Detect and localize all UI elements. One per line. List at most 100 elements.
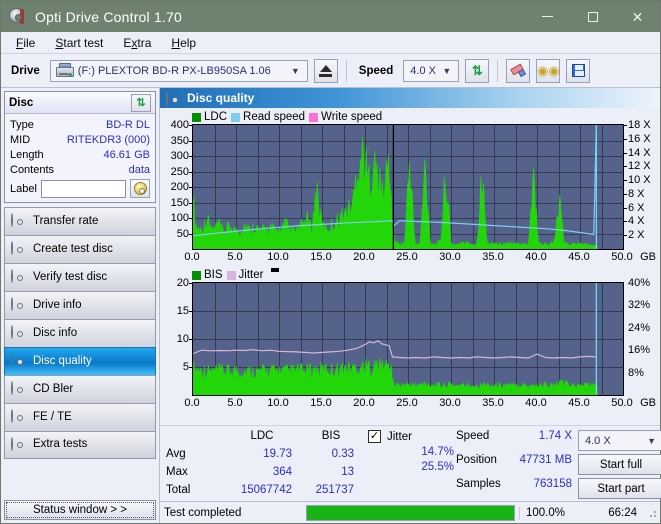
- y2-tick-label: 6 X: [628, 201, 645, 214]
- progress-percent: 100.0%: [519, 506, 577, 519]
- chevron-down-icon: ▼: [647, 435, 656, 446]
- coins-button[interactable]: ◉◉: [536, 58, 561, 83]
- drive-select[interactable]: ● (F:) PLEXTOR BD-R PX-LB950SA 1.06 ▼: [49, 59, 308, 82]
- stats-max-ldc: 364: [272, 466, 292, 478]
- disc-label-button[interactable]: [130, 179, 150, 198]
- x-tick-label: 50.0: [611, 397, 633, 409]
- legend-read-speed: Read speed: [231, 111, 305, 123]
- x-tick-label: 5.0: [227, 397, 243, 409]
- elapsed-time: 66:24: [608, 506, 637, 519]
- x-tick-label: 30.0: [439, 397, 461, 409]
- menu-file[interactable]: File: [7, 33, 44, 53]
- disc-panel: Disc ⇅ Type BD-R DL MID RITEKDR3 (000) L…: [4, 91, 156, 203]
- y2-tick-label: 16 X: [628, 132, 651, 145]
- toolbar-divider-2: [497, 59, 499, 82]
- sidebar-item-label: Verify test disc: [33, 270, 108, 283]
- stats-total-ldc: 15067742: [240, 484, 292, 496]
- x-tick-label: 40.0: [525, 397, 547, 409]
- menu-help[interactable]: Help: [162, 33, 205, 53]
- legend-label-jitter: Jitter: [238, 269, 264, 281]
- speed-select[interactable]: 4.0 X ▼: [403, 59, 460, 82]
- save-button[interactable]: [566, 58, 591, 83]
- legend-write-speed: Write speed: [309, 111, 382, 123]
- disc-icon: [11, 269, 26, 285]
- maximize-icon[interactable]: [570, 1, 615, 32]
- speed-label: Speed: [358, 64, 394, 77]
- y2-tick-label: 12 X: [628, 160, 651, 173]
- disc-label-input[interactable]: [40, 179, 126, 198]
- disc-row-length-value: 46.61 GB: [103, 148, 150, 161]
- x-tick-label: 45.0: [568, 251, 590, 263]
- progress-bar: [306, 504, 515, 521]
- sidebar-item-create-test-disc[interactable]: Create test disc: [4, 235, 156, 263]
- sidebar-item-label: FE / TE: [33, 410, 72, 423]
- status-window-button[interactable]: Status window > >: [4, 500, 156, 520]
- y2-tick-label: 2 X: [628, 229, 645, 242]
- samples-stat-label: Samples: [456, 478, 501, 490]
- refresh-button[interactable]: ⇅: [465, 58, 490, 83]
- sidebar-item-verify-test-disc[interactable]: Verify test disc: [4, 263, 156, 291]
- progress-bar-fill: [307, 505, 514, 520]
- coins-icon: ◉◉: [536, 62, 560, 78]
- sidebar-item-fe-te[interactable]: FE / TE: [4, 403, 156, 431]
- stats-panel: LDC BIS Avg 19.73 0.33 Max 364 13 Total …: [160, 425, 661, 501]
- sidebar-item-drive-info[interactable]: Drive info: [4, 291, 156, 319]
- menu-start-test[interactable]: Start test: [46, 33, 112, 53]
- menu-extra[interactable]: Extra: [114, 33, 160, 53]
- disc-info-rows: Type BD-R DL MID RITEKDR3 (000) Length 4…: [5, 114, 155, 202]
- sidebar-item-disc-info[interactable]: Disc info: [4, 319, 156, 347]
- window-controls: ✕: [525, 1, 660, 32]
- start-full-button[interactable]: Start full: [578, 454, 661, 475]
- x-tick-label: 15.0: [310, 251, 332, 263]
- status-bar: Test completed 100.0% 66:24: [160, 501, 660, 523]
- start-part-button[interactable]: Start part: [578, 478, 661, 499]
- disc-panel-header: Disc ⇅: [5, 92, 155, 114]
- toolbar-divider-1: [345, 59, 347, 82]
- close-icon[interactable]: ✕: [615, 1, 660, 32]
- sidebar-item-cd-bler[interactable]: CD Bler: [4, 375, 156, 403]
- minimize-icon[interactable]: [525, 1, 570, 32]
- body: Disc ⇅ Type BD-R DL MID RITEKDR3 (000) L…: [1, 88, 661, 523]
- bis-chart-plot: [192, 282, 624, 396]
- x-tick-label: 15.0: [310, 397, 332, 409]
- jitter-max-value: 25.5%: [421, 461, 454, 473]
- save-icon: [571, 64, 585, 77]
- y2-tick-label: 40%: [628, 277, 651, 289]
- jitter-checkbox[interactable]: ✓: [368, 430, 381, 443]
- test-speed-select[interactable]: 4.0 X ▼: [578, 430, 661, 451]
- legend-ldc: LDC: [192, 111, 227, 123]
- sidebar-item-label: Create test disc: [33, 242, 113, 255]
- disc-refresh-button[interactable]: ⇅: [131, 93, 151, 112]
- disc-row-contents-key: Contents: [10, 163, 55, 176]
- sidebar-item-transfer-rate[interactable]: Transfer rate: [4, 207, 156, 235]
- eject-icon: [319, 64, 333, 77]
- speed-stat-label: Speed: [456, 430, 490, 442]
- sidebar-item-label: Extra tests: [33, 438, 88, 451]
- menu-start-test-rest: tart test: [63, 35, 104, 50]
- toolbar: Drive ● (F:) PLEXTOR BD-R PX-LB950SA 1.0…: [1, 54, 660, 88]
- x-tick-label: 20.0: [353, 397, 375, 409]
- stats-max-bis: 13: [341, 466, 354, 478]
- samples-stat-value: 763158: [533, 478, 572, 490]
- x-tick-label: 30.0: [439, 251, 461, 263]
- main-content: Disc quality LDC Read speed Write speed …: [159, 88, 661, 523]
- legend-label-read-speed: Read speed: [243, 111, 306, 123]
- ldc-chart-y2-axis: 2 X4 X6 X8 X 10 X 12 X 14 X 16 X 18 X: [624, 119, 658, 250]
- ldc-chart-x-axis: 0.0 5.0 10.0 15.0 20.0 25.0 30.0 35.0 40.0 45.0 50…: [184, 250, 656, 266]
- disc-row-length: Length 46.61 GB: [10, 147, 150, 162]
- y-tick-label: 250: [170, 165, 189, 178]
- resize-grip[interactable]: [647, 507, 657, 518]
- erase-button[interactable]: [506, 58, 531, 83]
- disc-label-key: Label: [10, 182, 37, 195]
- chevron-down-icon: ▼: [290, 65, 300, 76]
- legend-swatch-ldc: [192, 112, 201, 122]
- disc-icon: [11, 241, 26, 257]
- disc-row-length-key: Length: [10, 148, 44, 161]
- eject-button[interactable]: [313, 58, 338, 83]
- y-tick-label: 15: [176, 305, 189, 317]
- sidebar-item-extra-tests[interactable]: Extra tests: [4, 431, 156, 459]
- app-disc-icon: [9, 7, 27, 26]
- x-axis-unit: GB: [640, 251, 656, 263]
- sidebar-item-disc-quality[interactable]: Disc quality: [4, 347, 156, 375]
- disc-row-type-value: BD-R DL: [105, 118, 150, 131]
